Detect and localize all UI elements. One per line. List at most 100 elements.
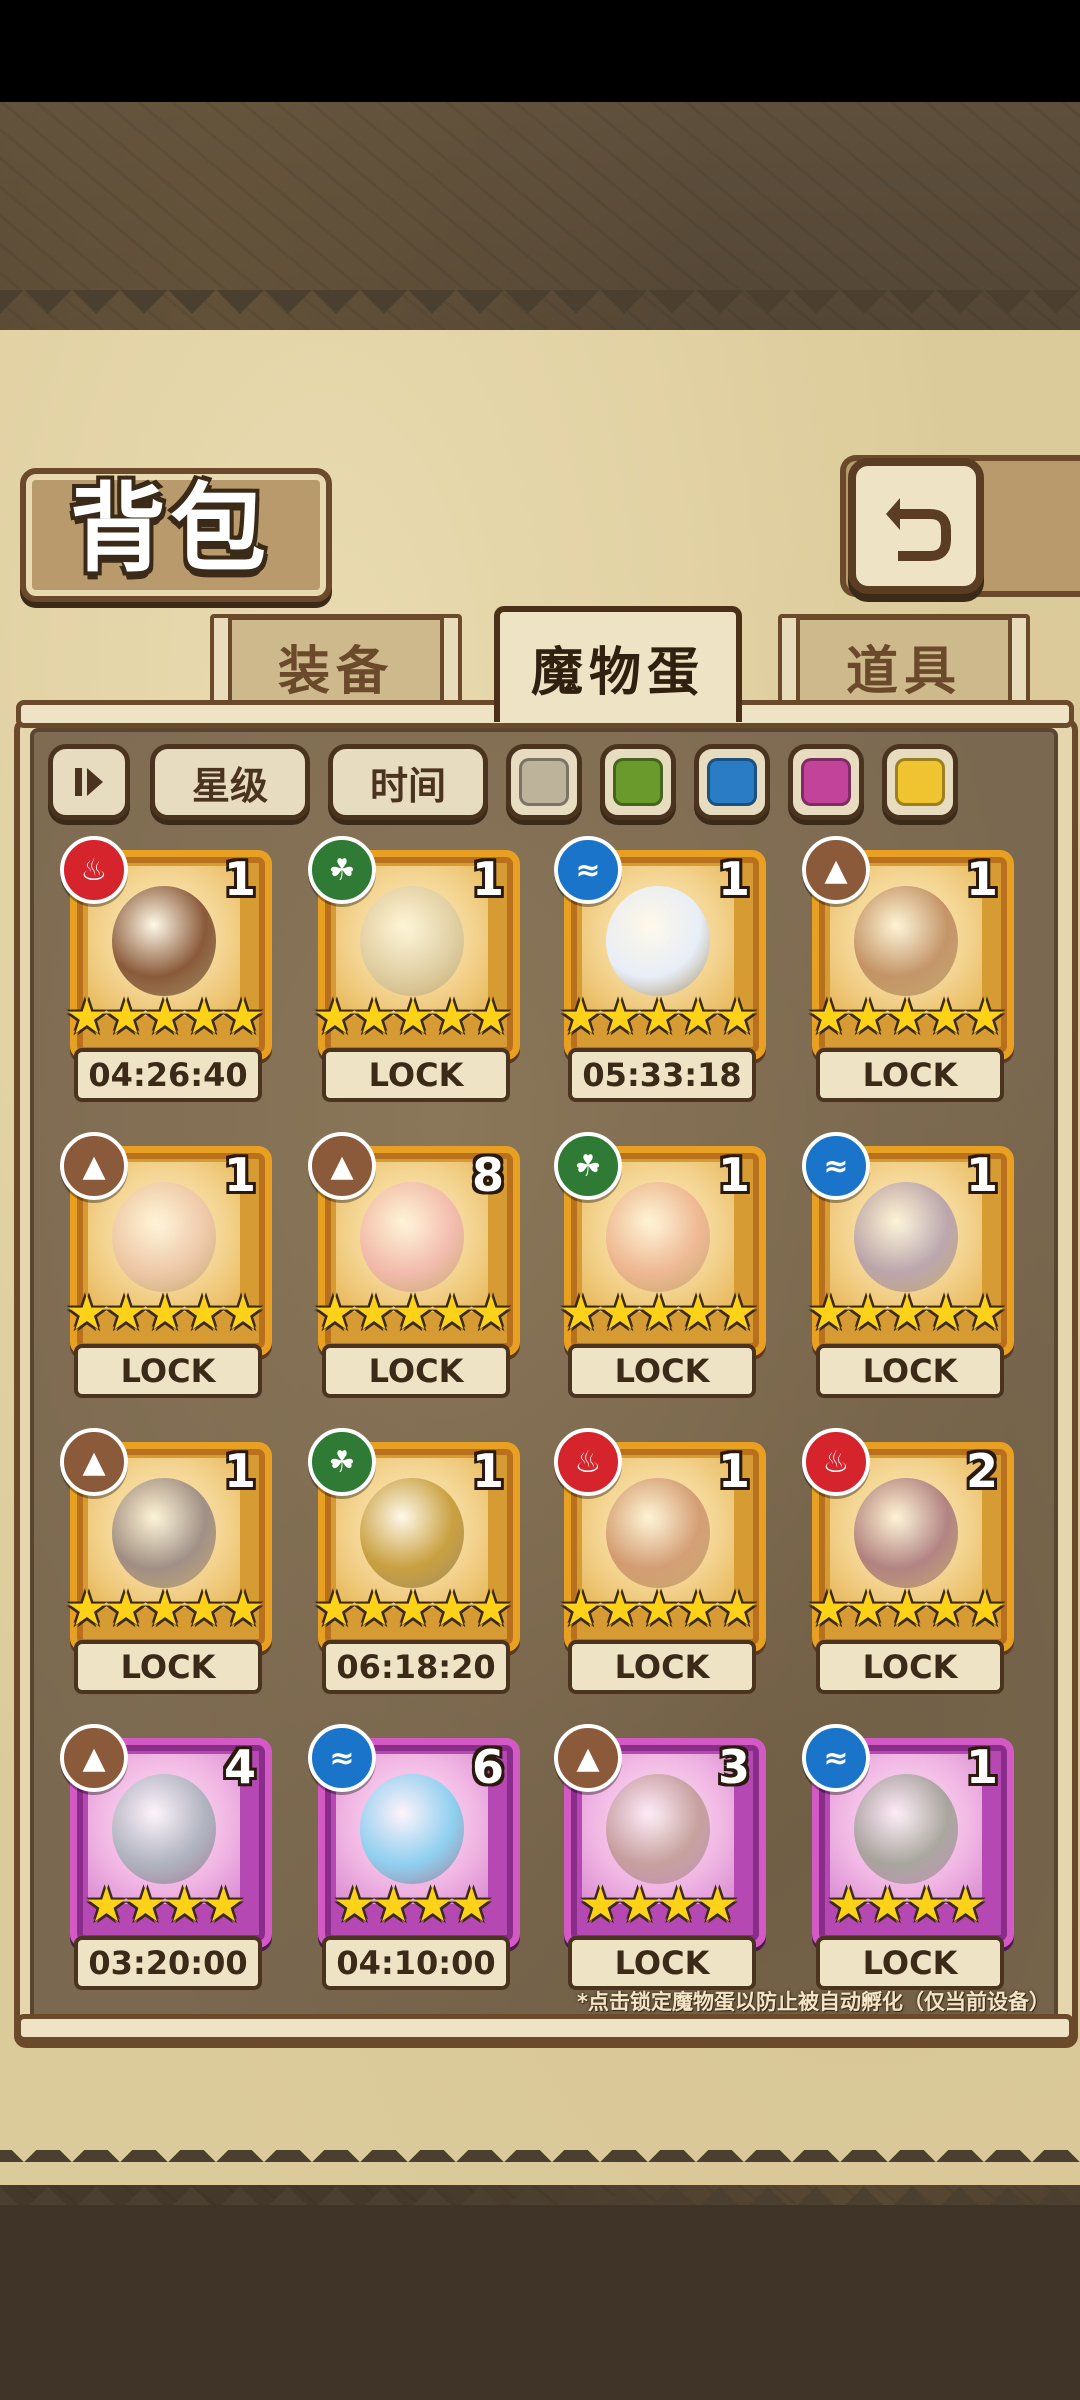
star-icon: ★ <box>104 1285 148 1341</box>
fire-element-icon: ♨ <box>60 836 128 904</box>
star-icon: ★ <box>676 989 720 1045</box>
star-rating: ★ ★ ★ ★ ★ <box>807 1285 1006 1341</box>
star-icon: ★ <box>559 1581 603 1637</box>
star-rating: ★ ★ ★ ★ ★ <box>559 1285 758 1341</box>
star-icon: ★ <box>598 989 642 1045</box>
zigzag-border-top <box>0 290 1080 338</box>
egg-count: 1 <box>717 1148 750 1202</box>
egg-shape <box>606 1182 710 1292</box>
star-icon: ★ <box>65 989 109 1045</box>
egg-shape <box>854 1774 958 1884</box>
egg-count: 1 <box>965 1740 998 1794</box>
sort-time-button[interactable]: 时间 <box>328 744 488 820</box>
tab-equipment[interactable]: 装备 <box>210 614 462 726</box>
egg-count: 8 <box>471 1148 504 1202</box>
star-icon: ★ <box>807 1285 851 1341</box>
egg-count: 6 <box>471 1740 504 1794</box>
hatch-timer[interactable]: 05:33:18 <box>568 1048 756 1102</box>
star-rating: ★ ★ ★ ★ ★ <box>65 1581 264 1637</box>
star-icon: ★ <box>391 1285 435 1341</box>
hatch-timer[interactable]: 06:18:20 <box>322 1640 510 1694</box>
earth-element-icon: ▲ <box>60 1724 128 1792</box>
lock-toggle[interactable]: LOCK <box>816 1640 1004 1694</box>
star-icon: ★ <box>430 1581 474 1637</box>
star-icon: ★ <box>352 1285 396 1341</box>
lock-toggle[interactable]: LOCK <box>322 1048 510 1102</box>
egg-shape <box>360 1774 464 1884</box>
star-icon: ★ <box>332 1877 376 1933</box>
star-icon: ★ <box>313 989 357 1045</box>
egg-count: 2 <box>965 1444 998 1498</box>
page-title: 背包 <box>70 473 270 585</box>
star-icon: ★ <box>676 1285 720 1341</box>
star-icon: ★ <box>924 1285 968 1341</box>
leaf-element-icon: ☘ <box>308 1428 376 1496</box>
star-icon: ★ <box>221 1285 265 1341</box>
star-icon: ★ <box>182 989 226 1045</box>
water-element-icon: ≈ <box>802 1724 870 1792</box>
sort-star-label: 星级 <box>191 763 268 808</box>
earth-element-icon: ▲ <box>802 836 870 904</box>
lock-toggle[interactable]: LOCK <box>74 1344 262 1398</box>
egg-shape <box>112 1774 216 1884</box>
star-icon: ★ <box>905 1877 949 1933</box>
lock-toggle[interactable]: LOCK <box>816 1936 1004 1990</box>
hatch-timer[interactable]: 04:26:40 <box>74 1048 262 1102</box>
egg-count: 4 <box>223 1740 256 1794</box>
filter-color-gray[interactable] <box>506 744 582 820</box>
lock-toggle[interactable]: LOCK <box>568 1640 756 1694</box>
sort-order-button[interactable] <box>48 744 130 820</box>
star-icon: ★ <box>221 1581 265 1637</box>
zigzag-border-bottom <box>0 2150 1080 2210</box>
egg-shape <box>360 1182 464 1292</box>
egg-shape <box>112 1478 216 1588</box>
swatch <box>707 758 757 806</box>
lock-toggle[interactable]: LOCK <box>816 1048 1004 1102</box>
return-arrow-icon <box>886 498 951 561</box>
star-icon: ★ <box>924 989 968 1045</box>
star-icon: ★ <box>202 1877 246 1933</box>
star-rating: ★ ★ ★ ★ ★ <box>559 989 758 1045</box>
lock-toggle[interactable]: LOCK <box>322 1344 510 1398</box>
lock-toggle[interactable]: LOCK <box>74 1640 262 1694</box>
lock-toggle[interactable]: LOCK <box>568 1936 756 1990</box>
leaf-element-icon: ☘ <box>308 836 376 904</box>
star-icon: ★ <box>676 1581 720 1637</box>
star-icon: ★ <box>598 1285 642 1341</box>
star-icon: ★ <box>104 1581 148 1637</box>
lock-toggle[interactable]: LOCK <box>568 1344 756 1398</box>
star-rating: ★ ★ ★ ★ <box>72 1880 258 1930</box>
back-button[interactable] <box>848 458 984 594</box>
filter-color-pink[interactable] <box>788 744 864 820</box>
star-icon: ★ <box>411 1877 455 1933</box>
star-icon: ★ <box>578 1877 622 1933</box>
lock-toggle[interactable]: LOCK <box>816 1344 1004 1398</box>
star-rating: ★ ★ ★ ★ ★ <box>559 1581 758 1637</box>
tab-label: 装备 <box>277 641 394 702</box>
hatch-timer[interactable]: 03:20:00 <box>74 1936 262 1990</box>
star-icon: ★ <box>885 1581 929 1637</box>
tab-monster-egg[interactable]: 魔物蛋 <box>494 606 742 722</box>
egg-count: 3 <box>717 1740 750 1794</box>
egg-count: 1 <box>471 852 504 906</box>
star-icon: ★ <box>143 989 187 1045</box>
earth-element-icon: ▲ <box>554 1724 622 1792</box>
egg-count: 1 <box>717 852 750 906</box>
star-icon: ★ <box>371 1877 415 1933</box>
star-icon: ★ <box>65 1581 109 1637</box>
star-icon: ★ <box>715 989 759 1045</box>
filter-color-blue[interactable] <box>694 744 770 820</box>
egg-shape <box>606 886 710 996</box>
star-rating: ★ ★ ★ ★ ★ <box>313 992 512 1042</box>
filter-color-green[interactable] <box>600 744 676 820</box>
tab-items[interactable]: 道具 <box>778 614 1030 726</box>
sort-star-button[interactable]: 星级 <box>150 744 310 820</box>
hatch-timer[interactable]: 04:10:00 <box>322 1936 510 1990</box>
egg-count: 1 <box>965 852 998 906</box>
fire-element-icon: ♨ <box>802 1428 870 1496</box>
star-icon: ★ <box>143 1285 187 1341</box>
star-icon: ★ <box>65 1285 109 1341</box>
filter-color-yellow[interactable] <box>882 744 958 820</box>
star-icon: ★ <box>846 989 890 1045</box>
star-rating: ★ ★ ★ ★ ★ <box>313 1285 512 1341</box>
